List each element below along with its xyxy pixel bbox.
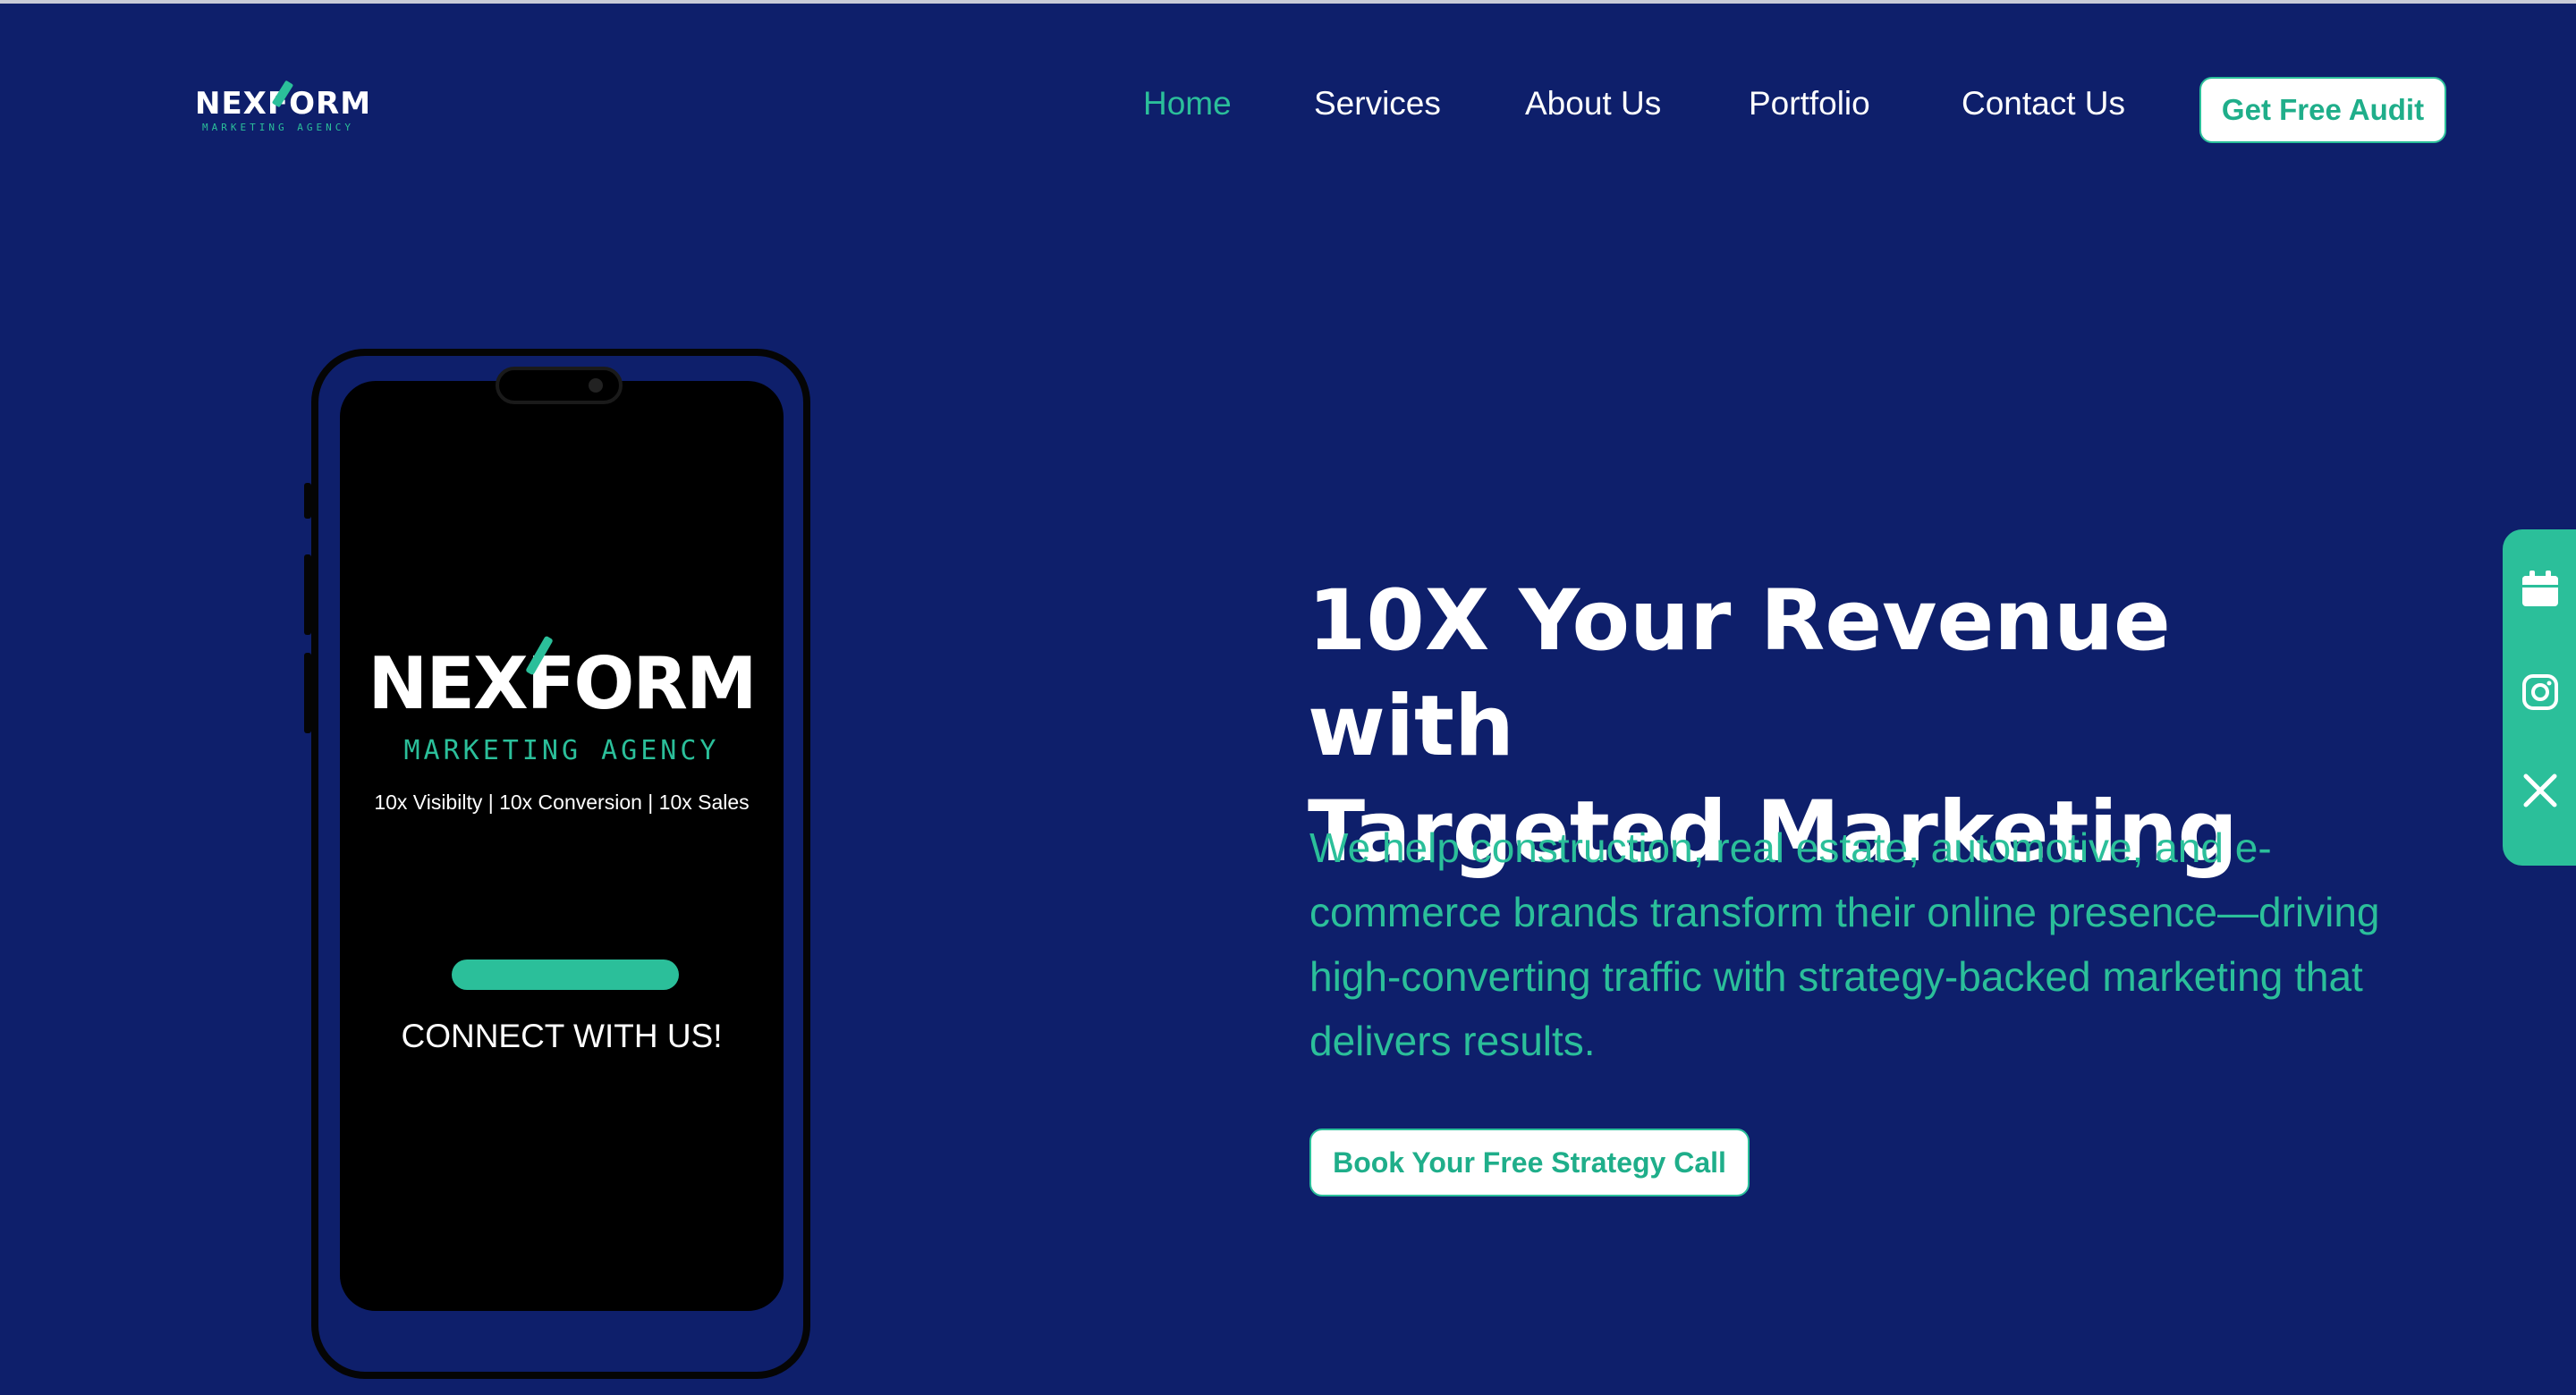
instagram-icon[interactable]: [2521, 672, 2560, 712]
nav-contact-us[interactable]: Contact Us: [1962, 82, 2125, 125]
nav-home[interactable]: Home: [1143, 82, 1232, 125]
phone-side-button: [304, 554, 311, 635]
phone-camera: [589, 378, 603, 393]
nav-portfolio[interactable]: Portfolio: [1749, 82, 1870, 125]
get-free-audit-button[interactable]: Get Free Audit: [2199, 77, 2446, 143]
social-sidebar: [2503, 529, 2576, 866]
phone-notch: [496, 367, 623, 404]
logo-subtitle: MARKETING AGENCY: [202, 122, 354, 133]
site-header: NEXFORM MARKETING AGENCY: [0, 4, 2576, 218]
calendar-icon[interactable]: [2521, 569, 2560, 608]
phone-logo-subtitle: MARKETING AGENCY: [403, 735, 720, 766]
site-logo[interactable]: NEXFORM MARKETING AGENCY: [195, 86, 392, 140]
hero-title-line-1: 10X Your Revenue with: [1308, 572, 2171, 775]
phone-tagline: 10x Visibilty | 10x Conversion | 10x Sal…: [374, 790, 750, 814]
x-icon[interactable]: [2521, 771, 2560, 810]
hero-description: We help construction, real estate, autom…: [1309, 824, 2380, 1064]
phone-logo-text: NEXFORM: [368, 642, 757, 725]
phone-connect-text: CONNECT WITH US!: [401, 1018, 723, 1054]
phone-screen: [340, 381, 784, 1311]
nav-services[interactable]: Services: [1314, 82, 1441, 125]
phone-side-button: [304, 483, 311, 519]
phone-progress-bar: [452, 960, 679, 990]
phone-side-button: [304, 653, 311, 733]
book-strategy-call-button[interactable]: Book Your Free Strategy Call: [1309, 1129, 1750, 1196]
nav-about-us[interactable]: About Us: [1525, 82, 1661, 125]
